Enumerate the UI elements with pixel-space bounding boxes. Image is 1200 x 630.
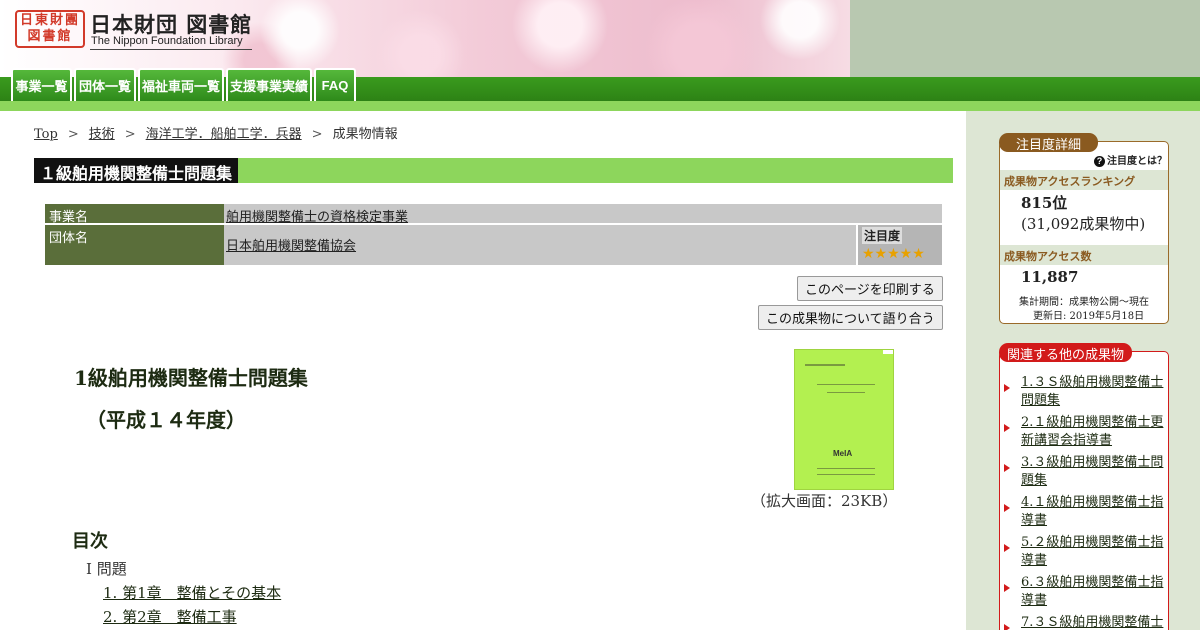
project-link[interactable]: 舶用機関整備士の資格検定事業 (226, 210, 408, 225)
document-title: 1級舶用機関整備士問題集 (74, 366, 308, 390)
tab-welfare-vehicles[interactable]: 福祉車両一覧 (138, 68, 224, 101)
breadcrumb-marine-engineering[interactable]: 海洋工学．船舶工学．兵器 (146, 127, 302, 142)
nav-underline-band (0, 101, 1200, 111)
thumbnail-corner (883, 350, 893, 354)
arrow-icon (1004, 544, 1010, 552)
related-item-link[interactable]: 3.３級舶用機関整備士問題集 (1021, 454, 1166, 490)
thumbnail-text-line (805, 364, 845, 366)
arrow-icon (1004, 624, 1010, 630)
org-value-cell: 日本舶用機関整備協会 (224, 225, 856, 265)
thumbnail-text-line (827, 392, 865, 393)
question-icon: ? (1094, 156, 1105, 167)
arrow-icon (1004, 504, 1010, 512)
arrow-icon (1004, 584, 1010, 592)
toc-heading: 目次 (72, 531, 108, 552)
thumbnail-text-line (817, 474, 875, 475)
tab-support-results[interactable]: 支援事業実績 (226, 68, 312, 101)
tab-organizations[interactable]: 団体一覧 (74, 68, 136, 101)
seal-top-text: 日東財團 (19, 13, 80, 28)
ranking-label: 成果物アクセスランキング (1000, 170, 1168, 190)
org-link[interactable]: 日本舶用機関整備協会 (226, 239, 356, 254)
breadcrumb-separator: > (311, 127, 323, 142)
related-item-link[interactable]: 2.１級舶用機関整備士更新講習会指導書 (1021, 414, 1166, 450)
logo-underline (90, 49, 252, 50)
attention-label: 注目度 (862, 227, 903, 244)
ranking-value: 815位 (1021, 194, 1068, 212)
attention-help-link[interactable]: ? 注目度とは？ (1094, 152, 1167, 167)
toc-link-chapter-2[interactable]: 2. 第2章 整備工事 (103, 606, 237, 627)
document-subtitle: （平成１４年度） (86, 408, 246, 432)
tab-projects[interactable]: 事業一覧 (11, 68, 72, 101)
arrow-icon (1004, 464, 1010, 472)
seal-bottom-text: 図書館 (27, 29, 73, 44)
breadcrumb-technology[interactable]: 技術 (89, 127, 115, 142)
org-label: 団体名 (45, 225, 224, 265)
attention-box: 注目度 ★★★★★ (858, 225, 942, 265)
attention-stars-icon: ★★★★★ (862, 246, 925, 262)
print-page-button[interactable]: このページを印刷する (797, 276, 943, 301)
toc-section: I 問題 (86, 560, 127, 578)
aggregation-period: 集計期間：成果物公開～現在 (1019, 297, 1149, 308)
thumbnail-logo: MeIA (833, 449, 853, 458)
attention-help-text: 注目度とは？ (1107, 156, 1167, 167)
access-label: 成果物アクセス数 (1000, 245, 1168, 265)
tab-faq[interactable]: FAQ (314, 68, 356, 101)
page-title: １級舶用機関整備士問題集 (34, 158, 239, 183)
breadcrumb-separator: > (67, 127, 79, 142)
thumbnail-caption: （拡大画面：23KB） (751, 492, 898, 510)
thumbnail-text-line (817, 468, 875, 469)
related-item-link[interactable]: 7.３Ｓ級舶用機関整備士 (1021, 614, 1166, 630)
updated-date: 更新日: 2019年5月18日 (1033, 311, 1145, 322)
library-seal-logo[interactable]: 日東財團 図書館 (15, 10, 85, 48)
ranking-total: (31,092成果物中) (1021, 215, 1146, 233)
project-label: 事業名 (45, 204, 224, 225)
breadcrumb: Top > 技術 > 海洋工学．船舶工学．兵器 > 成果物情報 (34, 123, 398, 142)
related-item-link[interactable]: 1.３Ｓ級舶用機関整備士問題集 (1021, 374, 1166, 410)
toc-link-chapter-1[interactable]: 1. 第1章 整備とその基本 (103, 582, 281, 603)
breadcrumb-separator: > (124, 127, 136, 142)
thumbnail-text-line (817, 384, 875, 385)
project-value-cell: 舶用機関整備士の資格検定事業 (224, 204, 942, 225)
attention-detail-tab: 注目度詳細 (999, 133, 1099, 153)
arrow-icon (1004, 424, 1010, 432)
related-item-link[interactable]: 5.２級舶用機関整備士指導書 (1021, 534, 1166, 570)
arrow-icon (1004, 384, 1010, 392)
access-value: 11,887 (1021, 268, 1079, 286)
site-logo-english[interactable]: The Nippon Foundation Library (91, 35, 243, 47)
breadcrumb-current: 成果物情報 (332, 127, 398, 142)
cover-thumbnail[interactable]: MeIA (794, 349, 894, 490)
related-item-link[interactable]: 6.３級舶用機関整備士指導書 (1021, 574, 1166, 610)
related-item-link[interactable]: 4.１級舶用機関整備士指導書 (1021, 494, 1166, 530)
related-items-tab: 関連する他の成果物 (999, 343, 1133, 363)
breadcrumb-top[interactable]: Top (34, 127, 58, 142)
discuss-button[interactable]: この成果物について語り合う (758, 305, 943, 330)
